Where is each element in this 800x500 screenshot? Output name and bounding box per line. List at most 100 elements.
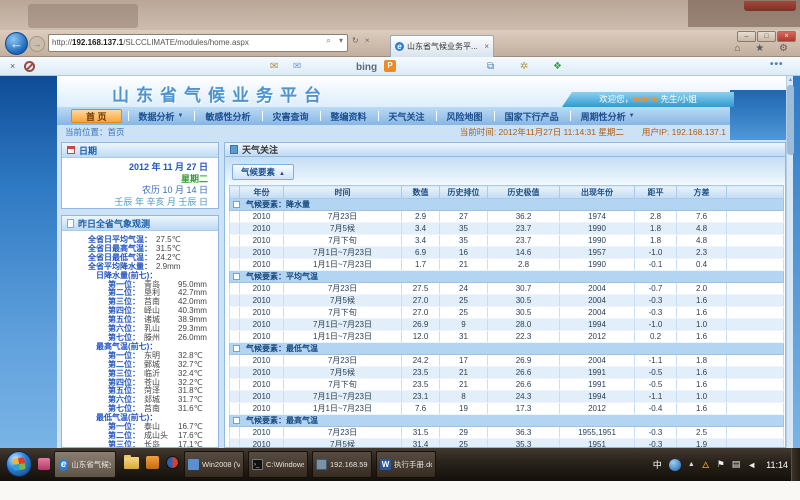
background-window <box>28 4 138 28</box>
group-header-row[interactable]: 气候要素：最低气温 <box>230 343 784 355</box>
taskbar-button[interactable]: C:\Windows\s... <box>248 451 308 478</box>
table-row[interactable]: 20107月5候31.42535.31951-0.31.9 <box>230 439 784 449</box>
nav-item-label: 整编资料 <box>331 110 367 123</box>
more-icon[interactable]: ••• <box>770 58 784 71</box>
tab-close-icon[interactable]: × <box>484 42 489 51</box>
table-row[interactable]: 20107月1日~7月23日26.9928.01994-1.01.0 <box>230 319 784 331</box>
climate-element-button[interactable]: 气候要素▲ <box>232 164 294 180</box>
group-header-row[interactable]: 气候要素：降水量 <box>230 199 784 211</box>
table-row[interactable]: 20107月1日~7月23日23.1824.31994-1.11.0 <box>230 391 784 403</box>
vertical-scrollbar[interactable]: ▲ <box>786 76 793 448</box>
language-indicator[interactable]: 中 <box>653 458 662 471</box>
start-button[interactable] <box>6 451 32 477</box>
row-filler <box>727 247 784 259</box>
table-cell: 4.8 <box>677 235 727 247</box>
screens-icon[interactable]: ⧉ <box>487 60 494 73</box>
nav-item[interactable]: 风险地图▼ <box>436 109 494 123</box>
info-row: 当前位置：首页 当前时间: 2012年11月27日 11:14:31 星期二用户… <box>57 125 786 140</box>
table-cell: 21 <box>440 259 488 271</box>
media-app-icon[interactable] <box>146 456 159 469</box>
mail-icon[interactable]: ✉ <box>270 60 278 73</box>
lunar-date: 农历 10 月 14 日 <box>62 185 208 197</box>
home-favorites-settings-icons[interactable]: ⌂ ★ ⚙ <box>734 43 794 54</box>
nav-item[interactable]: 天气关注▼ <box>378 109 436 123</box>
network-icon[interactable]: ▤ <box>732 459 741 470</box>
ie-icon: e <box>59 459 68 471</box>
bing-app-icon[interactable]: P <box>384 60 396 72</box>
browser-tab[interactable]: e 山东省气候业务平... × <box>390 35 494 57</box>
taskbar-button[interactable]: 执行手册.docx ... <box>376 451 436 478</box>
table-row[interactable]: 20107月下旬3.43523.719901.84.8 <box>230 235 784 247</box>
expand-checkbox[interactable] <box>233 417 240 424</box>
window-controls[interactable]: – □ × <box>737 31 796 42</box>
table-row[interactable]: 20107月5候23.52126.61991-0.51.6 <box>230 367 784 379</box>
blocks-icon[interactable]: ❖ <box>553 60 562 73</box>
table-row[interactable]: 20107月23日2.92736.219742.87.6 <box>230 211 784 223</box>
close-button[interactable]: × <box>777 31 796 42</box>
nav-item[interactable]: 整编资料▼ <box>320 109 378 123</box>
table-cell: 36.3 <box>488 427 560 439</box>
show-desktop-button[interactable] <box>791 448 800 481</box>
volume-icon[interactable]: ◄ <box>747 460 756 470</box>
taskbar-active-window[interactable]: e 山东省气候业... <box>54 451 116 478</box>
tray-expand-icon[interactable]: ▲ <box>688 461 695 468</box>
nav-item[interactable]: 周期性分析▼ <box>570 109 646 123</box>
action-center-icon[interactable]: ⚑ <box>717 459 725 470</box>
explorer-icon[interactable] <box>124 457 139 469</box>
antivirus-icon[interactable]: 🜂 <box>702 456 710 474</box>
table-row[interactable]: 20101月1日~7月23日12.03122.320120.21.6 <box>230 331 784 343</box>
table-row[interactable]: 20107月1日~7月23日6.91614.61957-1.02.3 <box>230 247 784 259</box>
expand-checkbox[interactable] <box>233 201 240 208</box>
table-row[interactable]: 20107月23日27.52430.72004-0.72.0 <box>230 283 784 295</box>
nav-item[interactable]: 国家下行产品▼ <box>494 109 570 123</box>
nav-item[interactable]: 灾害查询▼ <box>262 109 320 123</box>
forward-button[interactable]: → <box>29 36 45 52</box>
row-filler <box>727 427 784 439</box>
browser-app-icon[interactable] <box>166 456 179 469</box>
page-left-margin <box>0 76 57 448</box>
table-row[interactable]: 20107月下旬23.52126.61991-0.51.6 <box>230 379 784 391</box>
table-row[interactable]: 20107月5候3.43523.719901.84.8 <box>230 223 784 235</box>
table-row[interactable]: 20101月1日~7月23日1.7212.81990-0.10.4 <box>230 259 784 271</box>
group-header-row[interactable]: 气候要素：最高气温 <box>230 415 784 427</box>
table-row[interactable]: 20107月5候27.02530.52004-0.31.6 <box>230 295 784 307</box>
taskbar-button[interactable]: 192.168.59.99... <box>312 451 372 478</box>
maximize-button[interactable]: □ <box>757 31 776 42</box>
scroll-up-arrow[interactable]: ▲ <box>787 76 794 84</box>
search-icon[interactable]: ⌕ ▾ <box>300 36 346 50</box>
pinned-app-icon[interactable] <box>38 458 50 470</box>
main-nav: 首 页▼ 数据分析▼敏感性分析▼灾害查询▼整编资料▼天气关注▼风险地图▼国家下行产… <box>57 107 786 125</box>
expand-checkbox[interactable] <box>233 273 240 280</box>
nav-item[interactable]: 敏感性分析▼ <box>194 109 261 123</box>
table-row[interactable]: 20101月1日~7月23日7.61917.32012-0.41.6 <box>230 403 784 415</box>
table-cell: 1.8 <box>635 235 677 247</box>
tools-icon[interactable]: ✲ <box>520 60 528 73</box>
refresh-stop-icons[interactable]: ↻ × <box>352 36 386 50</box>
minimize-button[interactable]: – <box>737 31 756 42</box>
nav-item[interactable]: 数据分析▼ <box>128 109 195 123</box>
close-toolbar-icon[interactable]: × <box>10 60 15 73</box>
table-cell: 24.3 <box>488 391 560 403</box>
ime-icon[interactable] <box>669 459 681 471</box>
scrollbar-thumb[interactable] <box>787 85 794 155</box>
table-cell: -0.5 <box>635 379 677 391</box>
table-row[interactable]: 20107月23日24.21726.92004-1.11.8 <box>230 355 784 367</box>
mail2-icon[interactable]: ✉ <box>293 60 301 73</box>
active-window-title: 山东省气候业... <box>71 459 111 470</box>
table-cell: 35.3 <box>488 439 560 449</box>
taskbar-button[interactable]: Win2008 (VS2... <box>184 451 244 478</box>
tray-clock[interactable]: 11:14 <box>766 460 788 470</box>
group-header-row[interactable]: 气候要素：平均气温 <box>230 271 784 283</box>
back-button[interactable]: ← <box>5 32 28 55</box>
table-cell: 9 <box>440 319 488 331</box>
table-cell: 2010 <box>240 319 284 331</box>
row-filler <box>727 439 784 449</box>
table-cell: 1990 <box>560 223 635 235</box>
taskbar-button-label: 执行手册.docx ... <box>394 459 432 470</box>
nav-item[interactable]: 首 页▼ <box>71 109 122 123</box>
table-row[interactable]: 20107月下旬27.02530.52004-0.31.6 <box>230 307 784 319</box>
table-row[interactable]: 20107月23日31.52936.31955,1951-0.32.5 <box>230 427 784 439</box>
table-cell: 2010 <box>240 331 284 343</box>
expand-checkbox[interactable] <box>233 345 240 352</box>
bing-logo[interactable]: bing <box>356 61 377 74</box>
